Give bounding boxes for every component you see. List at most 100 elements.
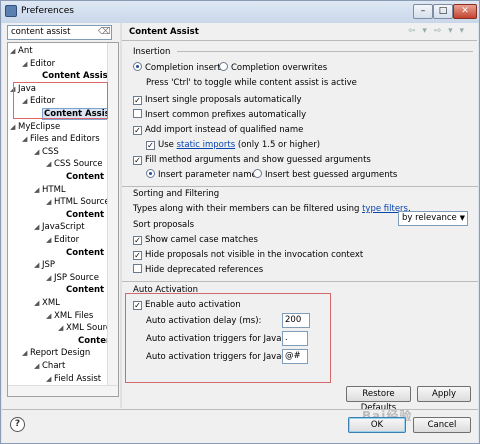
tree-item-label: Content Assist [42, 71, 112, 82]
collapse-twisty-icon[interactable]: ◢ [34, 297, 42, 309]
title-bar[interactable]: Preferences – □ ✕ [1, 1, 479, 23]
tree-item-label: JSP [42, 260, 56, 271]
minimize-button[interactable]: – [413, 4, 433, 19]
tree-item-label: Ant [18, 46, 33, 56]
collapse-twisty-icon[interactable]: ◢ [58, 322, 66, 334]
tree-item[interactable]: ◢ HTML Source [46, 196, 110, 208]
completion-inserts-label: Completion inserts [145, 63, 226, 73]
check-icon: ✓ [133, 96, 142, 105]
collapse-twisty-icon[interactable]: ◢ [34, 259, 42, 271]
static-imports-link[interactable]: static imports [177, 140, 236, 150]
tree-item[interactable]: ◢ Report Design [22, 347, 90, 359]
hide-deprecated-label: Hide deprecated references [145, 265, 264, 275]
tree-item-label: Field Assist [54, 373, 102, 384]
check-icon: ✓ [146, 141, 155, 150]
ok-button[interactable]: OK [348, 417, 406, 433]
tree-item[interactable]: ◢ Editor [22, 58, 55, 70]
completion-overwrites-radio[interactable]: Completion overwrites [219, 62, 327, 74]
add-import-checkbox[interactable]: ✓ Add import instead of qualified name [133, 124, 303, 136]
hide-invisible-label: Hide proposals not visible in the invoca… [145, 250, 364, 260]
close-button[interactable]: ✕ [453, 4, 477, 19]
clear-filter-icon[interactable]: ⌫ [98, 27, 111, 38]
restore-defaults-button[interactable]: Restore Defaults [346, 386, 411, 413]
tree-horizontal-scrollbar[interactable] [8, 385, 118, 396]
tree-item[interactable]: ◢ Editor [46, 234, 79, 246]
tree-item[interactable]: ◢ JavaScript [34, 221, 85, 233]
collapse-twisty-icon[interactable]: ◢ [46, 158, 54, 170]
static-suffix-label: (only 1.5 or higher) [235, 140, 321, 150]
tree-item[interactable]: ◢ Chart [34, 360, 65, 372]
radio-on-icon [133, 62, 142, 71]
section-separator [122, 281, 478, 282]
insert-single-checkbox[interactable]: ✓ Insert single proposals automatically [133, 94, 302, 106]
collapse-twisty-icon[interactable]: ◢ [34, 221, 42, 233]
tree-item-label: Files and Editors [30, 134, 100, 145]
apply-button[interactable]: Apply [417, 386, 471, 402]
tree-item[interactable]: ◢ MyEclipse [10, 121, 60, 133]
tree-item[interactable]: ◢ Files and Editors [22, 133, 100, 145]
collapse-twisty-icon[interactable]: ◢ [22, 58, 30, 70]
tree-item[interactable]: ◢ XML [34, 297, 60, 309]
eclipse-icon [5, 5, 17, 17]
collapse-twisty-icon[interactable]: ◢ [46, 310, 54, 322]
collapse-twisty-icon[interactable]: ◢ [34, 146, 42, 158]
collapse-twisty-icon[interactable]: ◢ [10, 45, 18, 57]
tree-item-label: XML Files [54, 310, 94, 321]
tree-item[interactable]: ◢ XML Files [46, 310, 93, 322]
check-icon: ✓ [133, 236, 142, 245]
collapse-twisty-icon[interactable]: ◢ [46, 234, 54, 246]
window-title: Preferences [21, 6, 74, 16]
fill-arguments-label: Fill method arguments and show guessed a… [145, 155, 371, 165]
collapse-twisty-icon[interactable]: ◢ [22, 347, 30, 359]
collapse-twisty-icon[interactable]: ◢ [22, 133, 30, 145]
collapse-twisty-icon[interactable]: ◢ [46, 196, 54, 208]
hide-invisible-checkbox[interactable]: ✓ Hide proposals not visible in the invoc… [133, 249, 363, 261]
filter-input[interactable]: content assist ⌫ [7, 25, 112, 40]
tree-item[interactable]: ◢ JSP [34, 259, 55, 271]
camel-case-checkbox[interactable]: ✓ Show camel case matches [133, 234, 258, 246]
chevron-down-icon: ▼ [459, 214, 465, 222]
collapse-twisty-icon[interactable]: ◢ [10, 121, 18, 133]
tree-item[interactable]: ◢ Field Assist [46, 373, 101, 385]
cancel-button[interactable]: Cancel [413, 417, 471, 433]
tree-item-label: JSP Source [54, 272, 99, 283]
tree-vertical-scrollbar[interactable] [107, 43, 118, 396]
tree-item[interactable]: ◢ Ant [10, 45, 33, 57]
check-icon: ✓ [133, 251, 142, 260]
radio-off-icon [219, 62, 228, 71]
insert-single-label: Insert single proposals automatically [145, 95, 302, 105]
hide-deprecated-checkbox[interactable]: Hide deprecated references [133, 264, 263, 276]
completion-inserts-radio[interactable]: Completion inserts [133, 62, 225, 74]
insert-best-guessed-label: Insert best guessed arguments [265, 170, 398, 180]
insertion-separator [177, 51, 473, 52]
insert-parameter-names-radio[interactable]: Insert parameter names [146, 169, 261, 181]
camel-case-label: Show camel case matches [145, 235, 258, 245]
radio-on-icon [146, 169, 155, 178]
section-separator [122, 186, 478, 187]
collapse-twisty-icon[interactable]: ◢ [46, 373, 54, 385]
collapse-twisty-icon[interactable]: ◢ [34, 184, 42, 196]
tree-item[interactable]: ◢ CSS [34, 146, 59, 158]
tree-item[interactable]: ◢ CSS Source [46, 158, 103, 170]
maximize-button[interactable]: □ [433, 4, 453, 19]
help-icon[interactable]: ? [10, 417, 25, 432]
sorting-heading: Sorting and Filtering [133, 189, 220, 199]
tree-item-label: HTML Source [54, 197, 110, 208]
navigation-arrows[interactable]: ⇦ ▾ ⇨ ▾ ▾ [408, 26, 466, 36]
tree-item-label: MyEclipse [18, 121, 61, 132]
collapse-twisty-icon[interactable]: ◢ [34, 360, 42, 372]
tree-item[interactable]: Content Assist [34, 70, 112, 82]
tree-item[interactable]: ◢ JSP Source [46, 272, 99, 284]
types-text: Types along with their members can be fi… [133, 204, 363, 214]
fill-arguments-checkbox[interactable]: ✓ Fill method arguments and show guessed … [133, 154, 371, 166]
use-static-imports-checkbox[interactable]: ✓ Use static imports (only 1.5 or higher) [146, 139, 320, 151]
unchecked-icon [133, 109, 142, 118]
check-icon: ✓ [133, 126, 142, 135]
sort-proposals-select[interactable]: by relevance ▼ [398, 211, 468, 226]
insert-best-guessed-radio[interactable]: Insert best guessed arguments [253, 169, 397, 181]
auto-activation-highlight-frame [125, 293, 331, 383]
insert-common-checkbox[interactable]: Insert common prefixes automatically [133, 109, 306, 121]
collapse-twisty-icon[interactable]: ◢ [46, 272, 54, 284]
tree-item[interactable]: ◢ HTML [34, 184, 66, 196]
toggle-hint: Press 'Ctrl' to toggle while content ass… [146, 78, 357, 88]
